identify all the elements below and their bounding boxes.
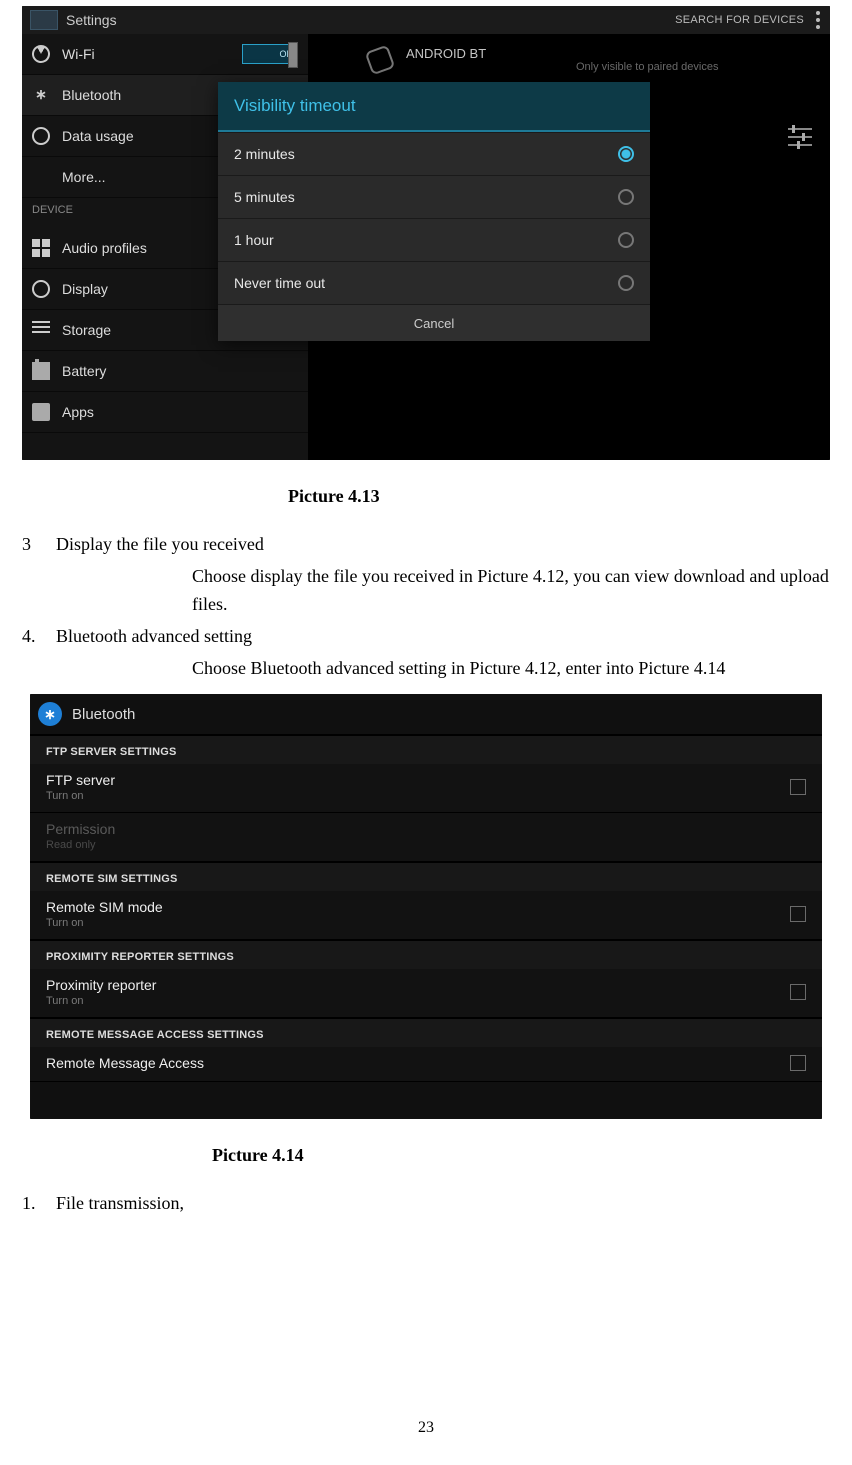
- radio-icon: [618, 232, 634, 248]
- section-remote-sim: REMOTE SIM SETTINGS: [30, 862, 822, 891]
- list-number-4: 4.: [22, 623, 56, 651]
- option-label: 2 minutes: [234, 146, 295, 162]
- phone-icon: [365, 44, 396, 75]
- sidebar-item-battery[interactable]: Battery: [22, 351, 308, 392]
- app-icon: [30, 10, 58, 30]
- list-item-1-title: File transmission,: [56, 1190, 830, 1218]
- device-name: ANDROID BT: [406, 46, 718, 61]
- advanced-settings-icon[interactable]: [788, 128, 812, 146]
- wifi-toggle[interactable]: ON: [242, 44, 298, 64]
- list-number-3: 3: [22, 531, 56, 559]
- dialog-title: Visibility timeout: [218, 82, 650, 132]
- action-bar: Settings SEARCH FOR DEVICES: [22, 6, 830, 34]
- caption-picture-4-13: Picture 4.13: [288, 486, 830, 507]
- setting-permission: Permission Read only: [30, 813, 822, 862]
- sidebar-label: Bluetooth: [62, 87, 121, 103]
- setting-label: Permission: [46, 821, 115, 837]
- bluetooth-pane: ANDROID BT Only visible to paired device…: [308, 34, 830, 460]
- checkbox-icon[interactable]: [790, 906, 806, 922]
- sidebar-label: Storage: [62, 322, 111, 338]
- setting-label: Remote SIM mode: [46, 899, 163, 915]
- visibility-timeout-dialog: Visibility timeout 2 minutes 5 minutes 1…: [218, 82, 650, 341]
- option-never[interactable]: Never time out: [218, 261, 650, 304]
- bluetooth-title-bar: ∗ Bluetooth: [30, 694, 822, 735]
- checkbox-icon[interactable]: [790, 779, 806, 795]
- wifi-icon: [29, 42, 54, 67]
- setting-remote-sim[interactable]: Remote SIM mode Turn on: [30, 891, 822, 940]
- sidebar-label: Apps: [62, 404, 94, 420]
- body-text-2: 1. File transmission,: [22, 1190, 830, 1218]
- figure-4-13: Settings SEARCH FOR DEVICES Wi-Fi ON ∗ B…: [22, 6, 830, 460]
- option-2-minutes[interactable]: 2 minutes: [218, 132, 650, 175]
- caption-picture-4-14: Picture 4.14: [212, 1145, 830, 1166]
- setting-sublabel: Turn on: [46, 995, 156, 1007]
- option-label: 5 minutes: [234, 189, 295, 205]
- bluetooth-icon: ∗: [32, 86, 50, 104]
- body-text: 3 Display the file you received Choose d…: [22, 531, 830, 682]
- sidebar-label: Data usage: [62, 128, 134, 144]
- setting-label: Remote Message Access: [46, 1055, 204, 1071]
- list-number-1: 1.: [22, 1190, 56, 1218]
- option-1-hour[interactable]: 1 hour: [218, 218, 650, 261]
- sidebar-item-apps[interactable]: Apps: [22, 392, 308, 433]
- setting-label: Proximity reporter: [46, 977, 156, 993]
- list-item-3-title: Display the file you received: [56, 531, 830, 559]
- blank-icon: [32, 168, 50, 186]
- option-label: 1 hour: [234, 232, 274, 248]
- sidebar-label: Audio profiles: [62, 240, 147, 256]
- checkbox-icon[interactable]: [790, 1055, 806, 1071]
- setting-sublabel: Read only: [46, 839, 115, 851]
- list-item-3-body: Choose display the file you received in …: [192, 563, 830, 619]
- section-remote-message: REMOTE MESSAGE ACCESS SETTINGS: [30, 1018, 822, 1047]
- search-for-devices-button[interactable]: SEARCH FOR DEVICES: [675, 14, 804, 26]
- sidebar-label: More...: [62, 169, 106, 185]
- device-subtext: Only visible to paired devices: [576, 61, 718, 73]
- checkbox-icon[interactable]: [790, 984, 806, 1000]
- bluetooth-title: Bluetooth: [72, 706, 135, 723]
- figure-4-14: ∗ Bluetooth FTP SERVER SETTINGS FTP serv…: [30, 694, 822, 1119]
- list-item-4-body: Choose Bluetooth advanced setting in Pic…: [192, 655, 830, 683]
- setting-sublabel: Turn on: [46, 917, 163, 929]
- setting-proximity-reporter[interactable]: Proximity reporter Turn on: [30, 969, 822, 1018]
- radio-selected-icon: [618, 146, 634, 162]
- list-item-4-title: Bluetooth advanced setting: [56, 623, 830, 651]
- paired-device[interactable]: ANDROID BT Only visible to paired device…: [368, 46, 718, 73]
- sidebar-label: Battery: [62, 363, 106, 379]
- audio-profiles-icon: [32, 239, 50, 257]
- section-ftp-server: FTP SERVER SETTINGS: [30, 735, 822, 764]
- sidebar-label: Display: [62, 281, 108, 297]
- apps-icon: [32, 403, 50, 421]
- sidebar-item-wifi[interactable]: Wi-Fi ON: [22, 34, 308, 75]
- display-icon: [32, 280, 50, 298]
- radio-icon: [618, 275, 634, 291]
- setting-sublabel: Turn on: [46, 790, 115, 802]
- setting-ftp-server[interactable]: FTP server Turn on: [30, 764, 822, 813]
- overflow-menu-icon[interactable]: [816, 11, 820, 29]
- section-proximity-reporter: PROXIMITY REPORTER SETTINGS: [30, 940, 822, 969]
- cancel-button[interactable]: Cancel: [218, 304, 650, 341]
- bluetooth-icon: ∗: [38, 702, 62, 726]
- data-usage-icon: [32, 127, 50, 145]
- battery-icon: [32, 362, 50, 380]
- option-label: Never time out: [234, 275, 325, 291]
- page-number: 23: [0, 1419, 852, 1437]
- setting-remote-message-access[interactable]: Remote Message Access: [30, 1047, 822, 1082]
- option-5-minutes[interactable]: 5 minutes: [218, 175, 650, 218]
- sidebar-label: Wi-Fi: [62, 46, 95, 62]
- radio-icon: [618, 189, 634, 205]
- setting-label: FTP server: [46, 772, 115, 788]
- app-title: Settings: [66, 12, 117, 28]
- storage-icon: [32, 321, 50, 339]
